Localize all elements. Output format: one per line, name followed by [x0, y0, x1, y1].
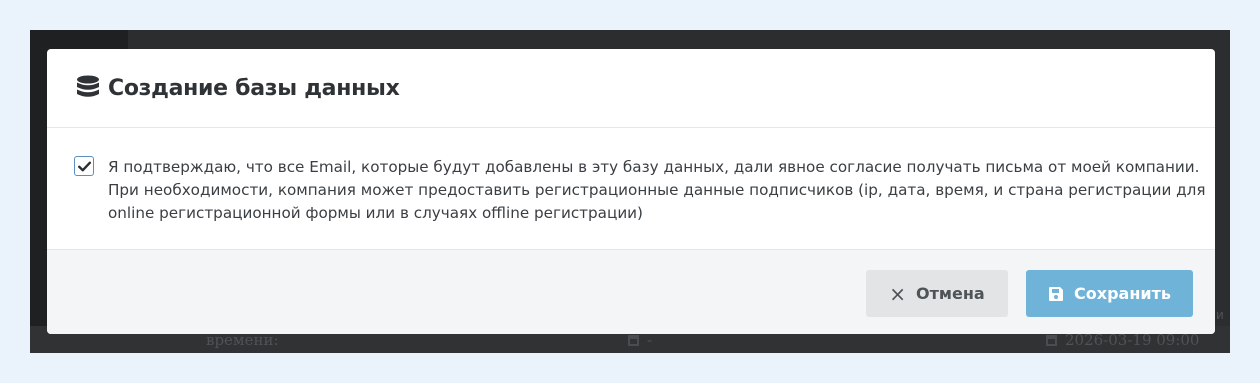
- modal-footer: × Отмена Сохранить: [47, 250, 1215, 334]
- modal-title: Создание базы данных: [108, 75, 400, 101]
- modal-header: Создание базы данных: [47, 49, 1215, 128]
- consent-line: При необходимости, компания может предос…: [108, 181, 1206, 199]
- cancel-button-label: Отмена: [916, 284, 985, 303]
- cancel-button[interactable]: × Отмена: [866, 270, 1008, 317]
- save-button[interactable]: Сохранить: [1026, 270, 1193, 317]
- consent-checkbox[interactable]: [74, 156, 94, 176]
- consent-text: Я подтверждаю, что все Email, которые бу…: [108, 156, 1206, 225]
- save-button-label: Сохранить: [1074, 284, 1171, 303]
- close-icon: ×: [889, 281, 907, 306]
- floppy-disk-icon: [1049, 286, 1064, 301]
- database-icon: [77, 75, 99, 97]
- consent-line: online регистрационной формы или в случа…: [108, 204, 643, 222]
- consent-line: Я подтверждаю, что все Email, которые бу…: [108, 158, 1200, 176]
- calendar-icon: [628, 335, 639, 346]
- background-edge-text: и: [1216, 308, 1224, 322]
- checkmark-icon: [77, 161, 91, 171]
- calendar-icon: [1046, 335, 1057, 346]
